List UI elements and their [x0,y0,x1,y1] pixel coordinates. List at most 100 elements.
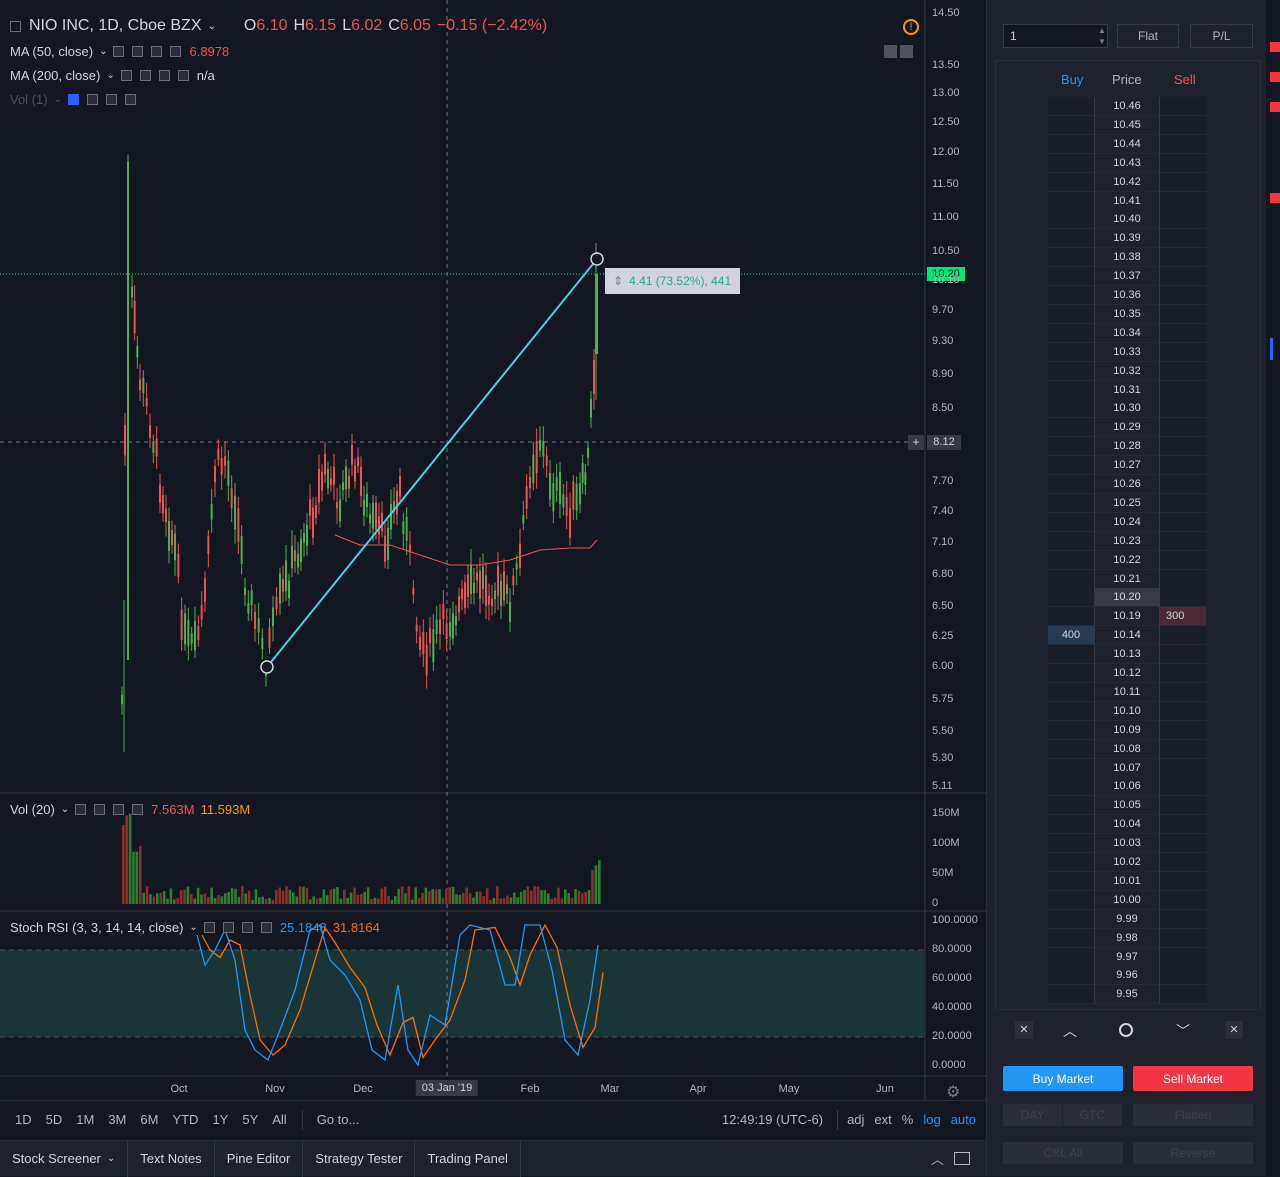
ladder-sell-cell[interactable] [1160,531,1206,551]
ladder-buy-cell[interactable] [1048,342,1094,362]
ladder-row[interactable]: 10.34 [1048,323,1208,343]
chevron-up-icon[interactable]: ︿ [1063,1021,1077,1041]
ladder-row[interactable]: 10.30 [1048,399,1208,419]
timeframe-all[interactable]: All [265,1112,293,1127]
flat-button[interactable]: Flat [1117,24,1179,48]
ladder-buy-cell[interactable] [1048,172,1094,192]
ladder-row[interactable]: 10.19 300 [1048,607,1208,627]
ladder-buy-cell[interactable] [1048,664,1094,683]
ladder-sell-cell[interactable] [1160,682,1206,702]
tab-pine-editor[interactable]: Pine Editor [215,1140,304,1177]
ladder-buy-cell[interactable] [1048,928,1094,948]
ladder-row[interactable]: 10.01 [1048,871,1208,891]
close-icon[interactable]: ✕ [1225,1021,1243,1039]
chevron-down-icon[interactable]: ⌄ [54,94,62,105]
ladder-row[interactable]: 10.04 [1048,815,1208,835]
ladder-buy-cell[interactable] [1048,815,1094,835]
ladder-row[interactable]: 10.08 [1048,739,1208,759]
ladder-row[interactable]: 10.23 [1048,531,1208,551]
ladder-sell-cell[interactable] [1160,97,1206,116]
ladder-sell-cell[interactable] [1160,947,1206,967]
ladder-buy-cell[interactable] [1048,985,1094,1005]
ladder-row[interactable]: 10.33 [1048,342,1208,362]
eye-off-icon[interactable] [67,94,79,105]
gear-icon[interactable] [86,94,98,105]
ladder-sell-cell[interactable] [1160,834,1206,854]
tab-strategy-tester[interactable]: Strategy Tester [303,1140,416,1177]
vol1-label[interactable]: Vol (1) [10,92,48,107]
log-toggle[interactable]: log [918,1112,945,1127]
symbol-title[interactable]: NIO INC, 1D, Cboe BZX [29,17,202,35]
ladder-buy-cell[interactable] [1048,531,1094,551]
alert-marker[interactable] [1270,42,1280,52]
ladder-sell-cell[interactable] [1160,286,1206,305]
ladder-row[interactable]: 10.43 [1048,153,1208,173]
ladder-sell-cell[interactable]: 300 [1160,607,1206,627]
ladder-sell-cell[interactable] [1160,267,1206,287]
ladder-row[interactable]: 10.42 [1048,172,1208,192]
ma200-label[interactable]: MA (200, close) [10,68,100,83]
ladder-buy-cell[interactable] [1048,701,1094,721]
ladder-sell-cell[interactable] [1160,777,1206,797]
ladder-buy-cell[interactable] [1048,456,1094,476]
flatten-button[interactable]: Flatten [1133,1104,1253,1126]
auto-toggle[interactable]: auto [946,1112,986,1127]
gear-icon[interactable] [94,804,106,815]
ladder-row[interactable]: 10.00 [1048,890,1208,910]
ladder-buy-cell[interactable] [1048,97,1094,116]
sell-market-button[interactable]: Sell Market [1133,1066,1253,1091]
ladder-sell-cell[interactable] [1160,304,1206,324]
ladder-buy-cell[interactable] [1048,191,1094,211]
ladder-buy-cell[interactable] [1048,493,1094,513]
warning-icon[interactable]: ! [903,19,919,35]
ladder-buy-cell[interactable] [1048,399,1094,419]
ladder-row[interactable]: 10.35 [1048,304,1208,324]
ladder-sell-cell[interactable] [1160,853,1206,872]
gtc-button[interactable]: GTC [1063,1104,1122,1126]
collapse-icon[interactable] [10,20,21,32]
ladder-sell-cell[interactable] [1160,153,1206,173]
ladder-buy-cell[interactable] [1048,834,1094,854]
ladder-buy-cell[interactable] [1048,248,1094,268]
close-icon[interactable] [177,70,189,81]
percent-toggle[interactable]: % [897,1112,919,1127]
ladder-buy-cell[interactable] [1048,890,1094,910]
ladder-row[interactable]: 9.97 [1048,947,1208,967]
ladder-row[interactable]: 10.26 [1048,475,1208,494]
stoch-label[interactable]: Stoch RSI (3, 3, 14, 14, close) [10,920,183,935]
ladder-row[interactable]: 10.40 [1048,210,1208,230]
ladder-sell-cell[interactable] [1160,210,1206,230]
ladder-sell-cell[interactable] [1160,758,1206,778]
ladder-sell-cell[interactable] [1160,248,1206,268]
collapse-arrow-icon[interactable] [884,45,897,58]
ladder-buy-cell[interactable] [1048,871,1094,891]
ladder-sell-cell[interactable] [1160,342,1206,362]
ladder-row[interactable]: 10.11 [1048,682,1208,702]
eye-icon[interactable] [75,804,87,815]
ladder-sell-cell[interactable] [1160,664,1206,683]
ladder-buy-cell[interactable]: 400 [1048,626,1094,646]
tab-trading-panel[interactable]: Trading Panel [415,1140,521,1177]
ladder-buy-cell[interactable] [1048,153,1094,173]
scroll-indicator[interactable] [1270,338,1273,360]
cancel-all-button[interactable]: CXL All [1003,1142,1123,1164]
ladder-sell-cell[interactable] [1160,229,1206,249]
plus-icon[interactable] [151,46,163,57]
ladder-row[interactable]: 10.07 [1048,758,1208,778]
close-icon[interactable] [124,94,136,105]
ladder-row[interactable]: 10.45 [1048,115,1208,135]
ladder-row[interactable]: 10.36 [1048,286,1208,305]
ladder-sell-cell[interactable] [1160,475,1206,494]
quantity-stepper[interactable]: ▲ ▼ [1097,25,1107,47]
ladder-buy-cell[interactable] [1048,720,1094,740]
settings-gear-icon[interactable]: ⚙ [946,1082,960,1102]
timeframe-3m[interactable]: 3M [101,1112,133,1127]
close-icon[interactable] [170,46,182,57]
close-icon[interactable]: ✕ [1015,1021,1033,1039]
add-order-icon[interactable]: + [908,435,924,450]
timeframe-1m[interactable]: 1M [69,1112,101,1127]
ladder-sell-cell[interactable] [1160,645,1206,665]
center-icon[interactable] [1119,1023,1133,1037]
ladder-row[interactable]: 9.99 [1048,909,1208,929]
ladder-buy-cell[interactable] [1048,437,1094,457]
